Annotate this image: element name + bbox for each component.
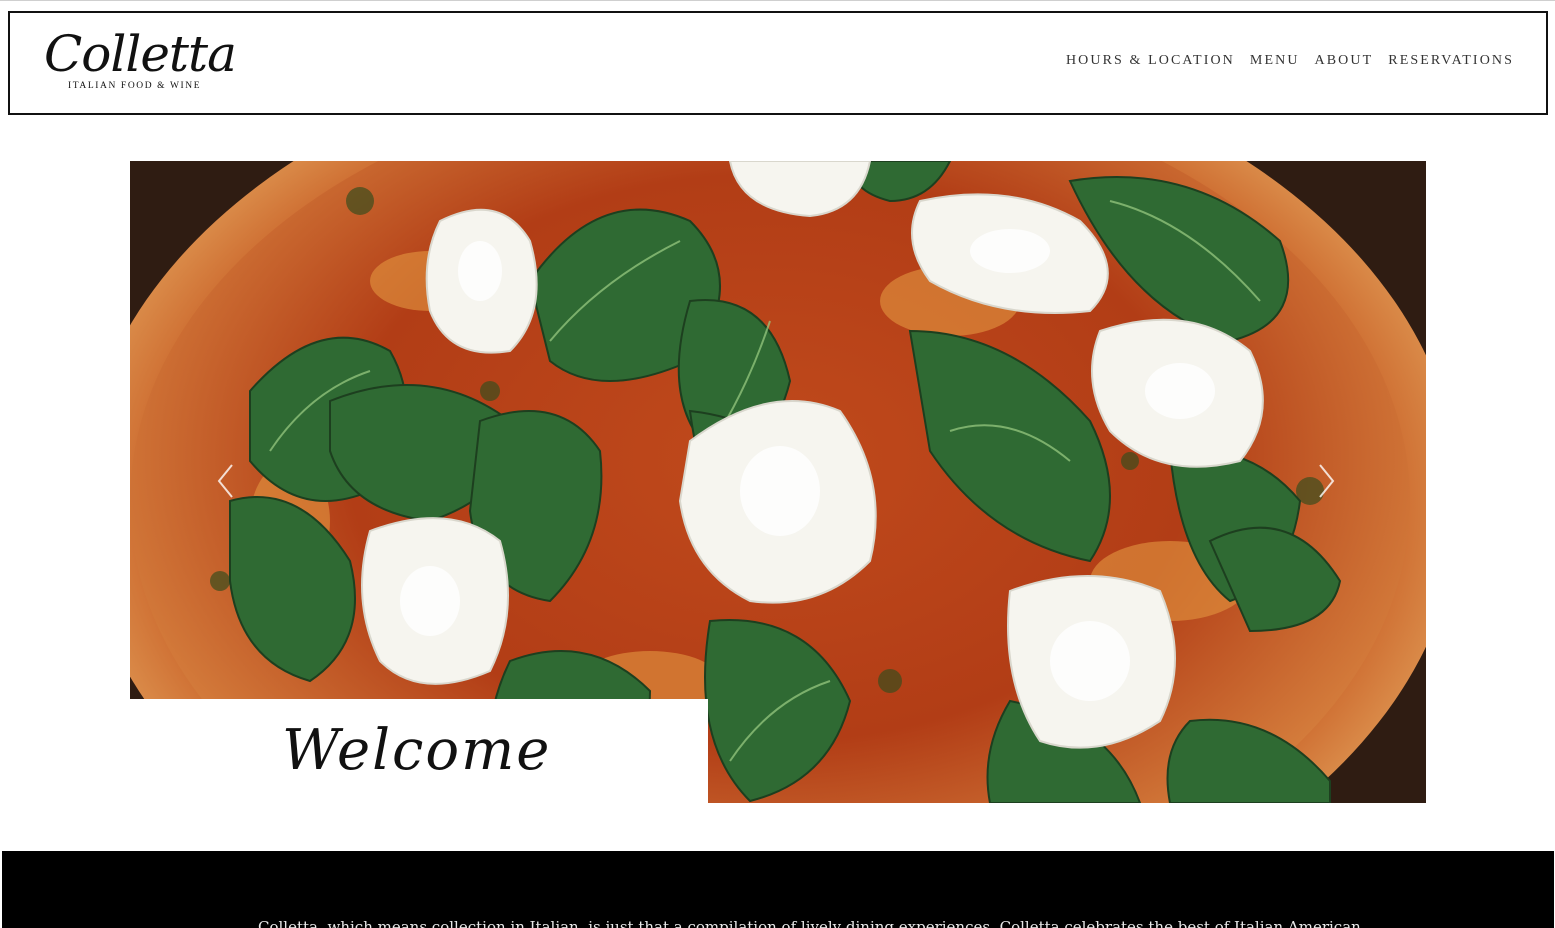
welcome-heading: Welcome: [282, 718, 552, 783]
brand-logo[interactable]: Colletta ITALIAN FOOD & WINE: [44, 25, 237, 97]
intro-paragraph: Colletta, which means collection in Ital…: [258, 918, 1361, 928]
logo-tagline: ITALIAN FOOD & WINE: [68, 81, 202, 91]
nav-reservations[interactable]: RESERVATIONS: [1388, 53, 1514, 69]
chevron-right-icon: [1319, 464, 1335, 498]
hero-slideshow: Welcome: [130, 161, 1426, 803]
nav-about[interactable]: ABOUT: [1315, 53, 1374, 69]
site-header: Colletta ITALIAN FOOD & WINE HOURS & LOC…: [8, 11, 1548, 115]
main-nav: HOURS & LOCATION MENU ABOUT RESERVATIONS: [1066, 53, 1514, 69]
logo-wordmark: Colletta: [44, 25, 237, 83]
top-divider: [0, 0, 1555, 1]
nav-menu[interactable]: MENU: [1250, 53, 1300, 69]
nav-hours-location[interactable]: HOURS & LOCATION: [1066, 53, 1235, 69]
chevron-left-icon: [217, 464, 233, 498]
intro-section: Colletta, which means collection in Ital…: [2, 851, 1554, 928]
slideshow-next-button[interactable]: [1312, 461, 1340, 501]
welcome-panel: Welcome: [130, 699, 708, 803]
slideshow-prev-button[interactable]: [212, 461, 240, 501]
